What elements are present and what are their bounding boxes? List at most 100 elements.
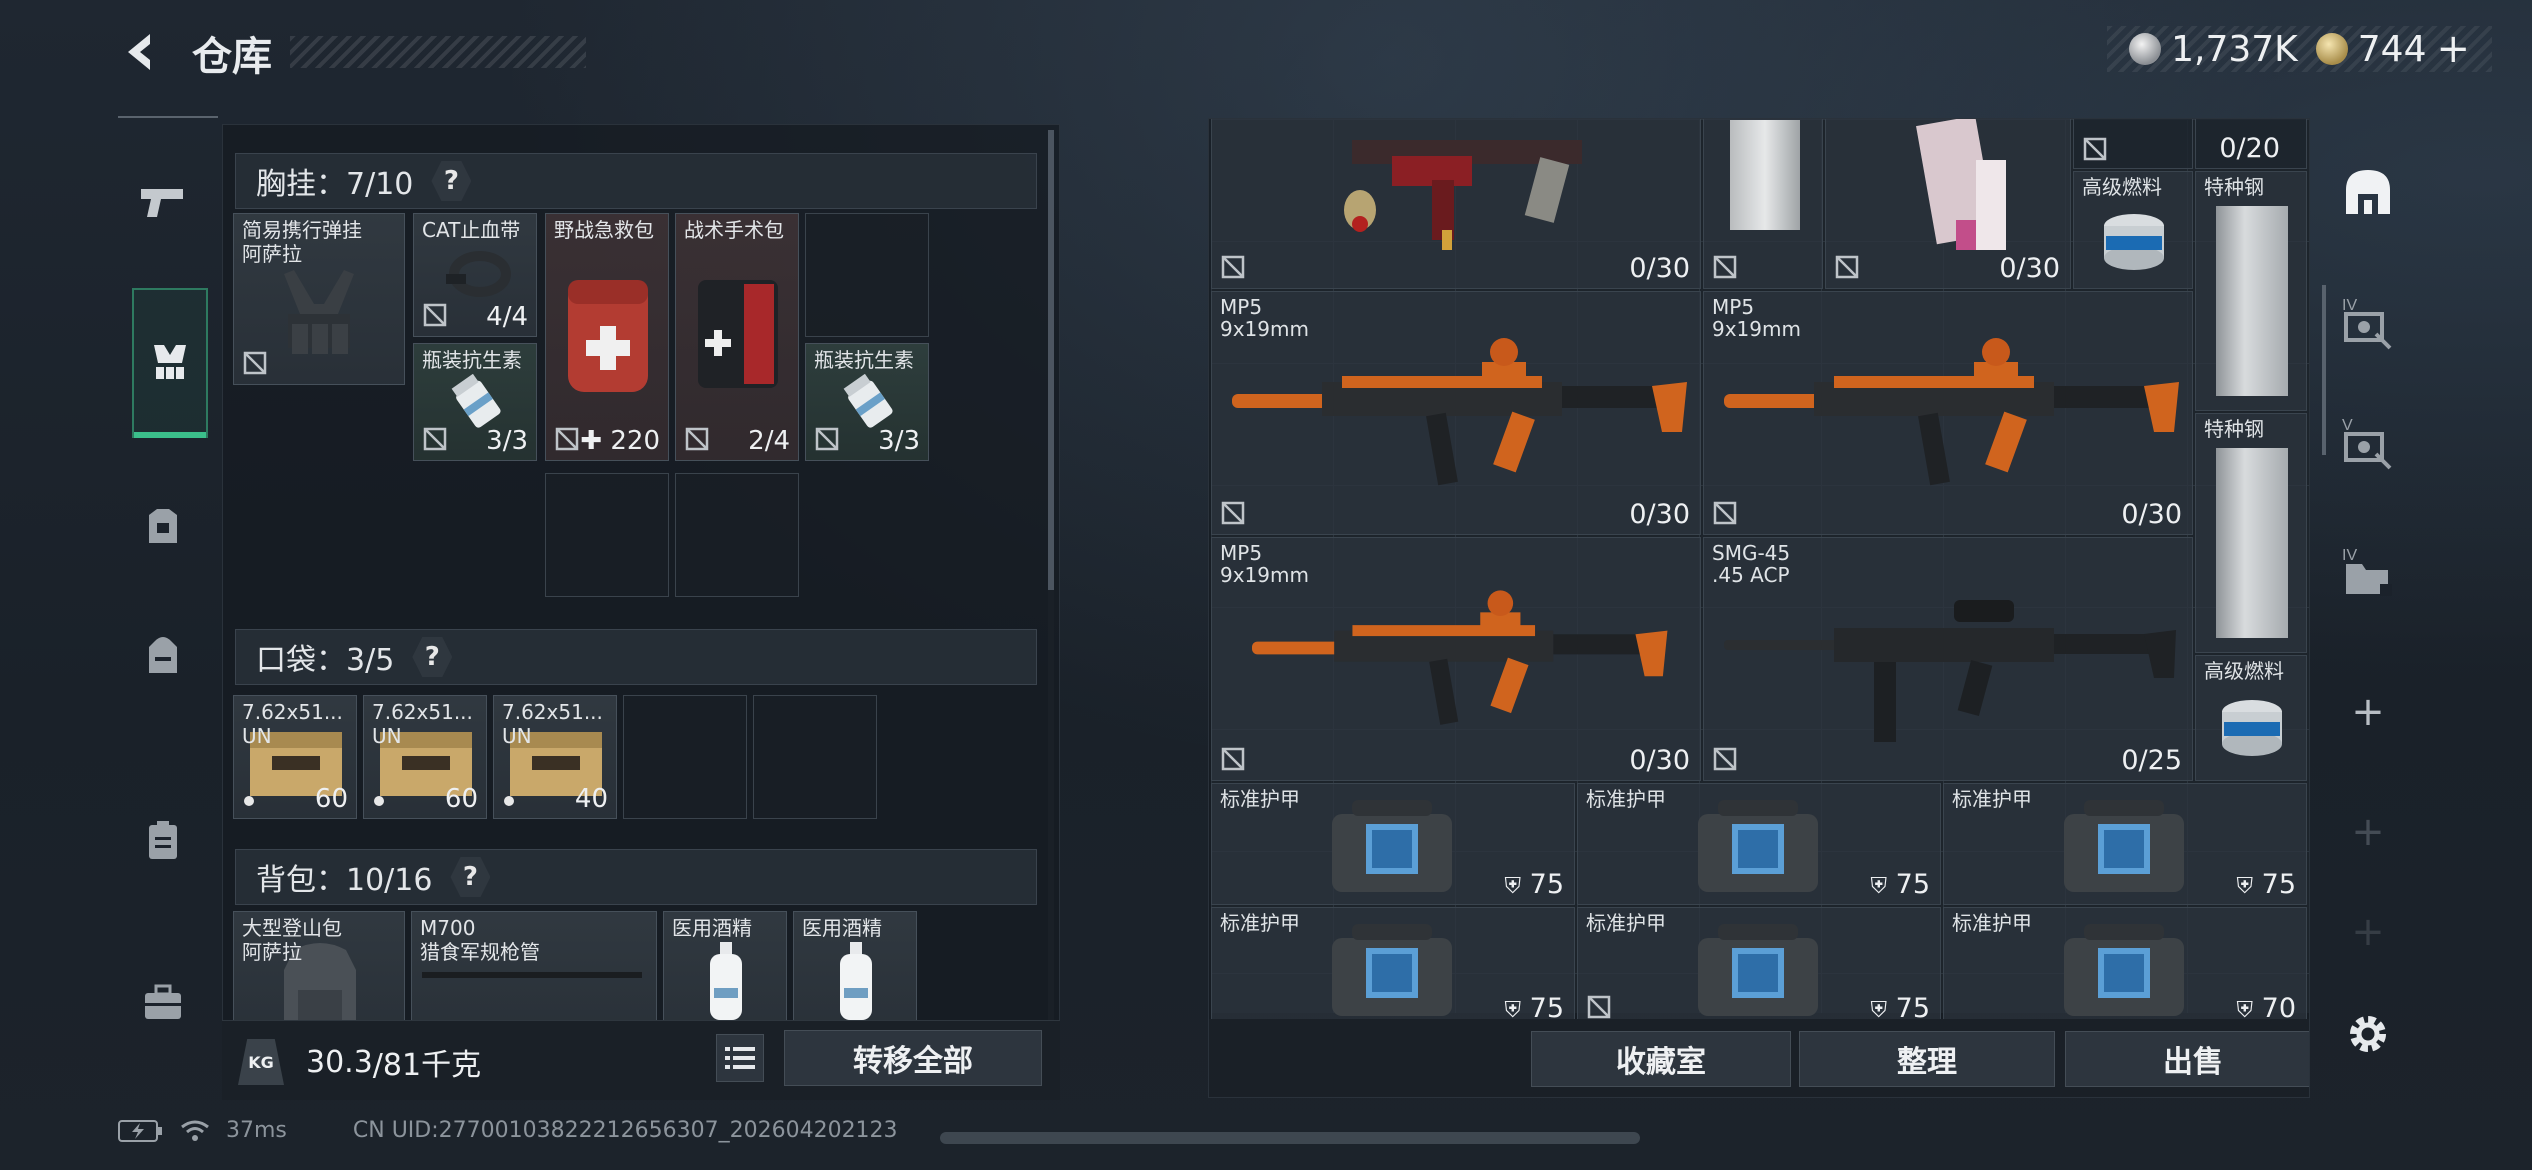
item-slot[interactable]: 0/20: [2195, 119, 2307, 169]
wifi-icon: [181, 1120, 209, 1141]
armor-slot[interactable]: 标准护甲 ⛨ 75: [1211, 783, 1575, 905]
rail-item-stash-iv[interactable]: IV: [2336, 290, 2400, 354]
sidebar-item-armor[interactable]: [130, 494, 196, 560]
weight-display: KG 30.3/81千克: [222, 1030, 712, 1094]
tier-v-icon: V: [2342, 417, 2392, 470]
backpack-header: 背包：10/16 ?: [235, 849, 1037, 905]
surgical-kit-slot[interactable]: 战术手术包 2/4: [675, 213, 799, 461]
item-name: 7.62x51... UN: [502, 700, 603, 748]
steel-slot[interactable]: 特种钢: [2195, 171, 2307, 411]
backpack-help-button[interactable]: ?: [450, 857, 491, 897]
horizontal-scrollbar[interactable]: [940, 1132, 1640, 1144]
rail-add-page-button[interactable]: +: [2336, 680, 2400, 744]
surgical-kit-image: [698, 280, 778, 388]
chest-rig-help-button[interactable]: ?: [431, 161, 472, 201]
empty-slot[interactable]: [623, 695, 747, 819]
item-count: 3/3: [878, 426, 920, 456]
armor-slot[interactable]: 标准护甲 ⛨ 75: [1577, 783, 1941, 905]
item-name: 标准护甲: [1586, 911, 1666, 935]
back-arrow-icon: [128, 34, 150, 70]
pocket-help-button[interactable]: ?: [412, 637, 453, 677]
silver-amount: 1,737K: [2171, 28, 2298, 70]
sidebar-item-chest-rig[interactable]: [132, 288, 208, 438]
weapon-slot[interactable]: 0/30: [1825, 119, 2071, 289]
list-view-button[interactable]: [716, 1034, 764, 1082]
stash-panel: 0/30 0/30 0/20 高级燃料 特种钢 MP5 9x19mm 0/30 …: [1208, 118, 2310, 1098]
rail-item-stash-iv-b[interactable]: IV: [2336, 540, 2400, 604]
sell-button[interactable]: 出售: [2065, 1031, 2309, 1087]
rail-item-stash-v[interactable]: V: [2336, 410, 2400, 474]
empty-slot[interactable]: [675, 473, 799, 597]
steel-image: [2216, 206, 2288, 396]
metal-plate-image: [1730, 120, 1800, 230]
armor-slot[interactable]: 标准护甲 ⛨ 75: [1211, 907, 1575, 1029]
no-sell-icon: [423, 427, 447, 451]
back-button[interactable]: [118, 28, 166, 76]
chest-rig-slot[interactable]: 简易携行弹挂 阿萨拉: [233, 213, 405, 385]
sidebar-item-backpack[interactable]: [130, 622, 196, 688]
shield-icon: ⛨: [1870, 874, 1888, 899]
equipment-panel: 胸挂：7/10 ? 简易携行弹挂 阿萨拉 CAT止血带 4/4 野战急救包 ✚ …: [222, 124, 1060, 1100]
item-name: 标准护甲: [1952, 911, 2032, 935]
antibiotic-slot[interactable]: 瓶装抗生素 3/3: [413, 343, 537, 461]
settings-button[interactable]: [2336, 1002, 2400, 1066]
tourniquet-slot[interactable]: CAT止血带 4/4: [413, 213, 537, 337]
favorites-button[interactable]: 收藏室: [1531, 1031, 1791, 1087]
transfer-all-button[interactable]: 转移全部: [784, 1030, 1042, 1086]
no-sell-icon: [685, 427, 709, 451]
fuel-slot[interactable]: 高级燃料: [2195, 655, 2307, 781]
empty-slot[interactable]: [753, 695, 877, 819]
gold-currency[interactable]: 744 +: [2315, 26, 2470, 72]
no-sell-icon: [423, 303, 447, 327]
no-sell-icon: [1713, 747, 1737, 771]
item-name: 特种钢: [2204, 417, 2264, 441]
add-currency-icon[interactable]: +: [2436, 26, 2470, 72]
armor-slot[interactable]: 标准护甲 ⛨ 75: [1943, 783, 2307, 905]
armor-slot[interactable]: 标准护甲 ⛨ 70: [1943, 907, 2307, 1029]
fuel-slot[interactable]: 高级燃料: [2073, 171, 2193, 289]
empty-slot[interactable]: [545, 473, 669, 597]
first-aid-kit-slot[interactable]: 野战急救包 ✚ 220: [545, 213, 669, 461]
ammo-count: 0/30: [1629, 253, 1690, 284]
antibiotic-slot[interactable]: 瓶装抗生素 3/3: [805, 343, 929, 461]
armor-vest-image: [2064, 800, 2184, 892]
weapon-slot-mp5[interactable]: MP5 9x19mm 0/30: [1211, 537, 1701, 781]
steel-slot[interactable]: 特种钢: [2195, 413, 2307, 653]
fuel-can-image: [2222, 700, 2282, 756]
chest-rig-capacity: 7/10: [346, 167, 414, 202]
no-sell-icon: [1713, 501, 1737, 525]
left-scrollbar[interactable]: [1048, 130, 1054, 590]
pocket-header: 口袋：3/5 ?: [235, 629, 1037, 685]
ammo-slot[interactable]: 7.62x51... UN 60: [233, 695, 357, 819]
sidebar-item-secure-case[interactable]: [130, 970, 196, 1036]
item-count: 3/3: [486, 426, 528, 456]
clipboard-icon: [149, 821, 177, 859]
empty-slot[interactable]: [805, 213, 929, 337]
barrel-image: [422, 972, 642, 978]
status-bar: 37ms CN UID:27700103822212656307_2026042…: [118, 1118, 898, 1143]
tier-iv-icon: IV: [2342, 297, 2392, 350]
armor-vest-image: [1698, 924, 1818, 1016]
ammo-count: 0/25: [2121, 745, 2182, 776]
sidebar-item-pouch[interactable]: [130, 808, 196, 874]
item-slot[interactable]: [2073, 119, 2193, 169]
weapon-slot[interactable]: 0/30: [1211, 119, 1701, 289]
no-sell-icon: [1221, 255, 1245, 279]
weapon-slot-mp5[interactable]: MP5 9x19mm 0/30: [1211, 291, 1701, 535]
ammo-slot[interactable]: 7.62x51... UN 40: [493, 695, 617, 819]
item-name: 瓶装抗生素: [814, 348, 914, 372]
pocket-label: 口袋：: [256, 643, 346, 678]
item-slot[interactable]: [1703, 119, 1823, 289]
gold-amount: 744: [2357, 28, 2427, 70]
list-icon: [725, 1047, 755, 1069]
ammo-slot[interactable]: 7.62x51... UN 60: [363, 695, 487, 819]
rail-item-main-stash[interactable]: [2336, 160, 2400, 224]
organize-button[interactable]: 整理: [1799, 1031, 2055, 1087]
armor-vest-image: [1332, 800, 1452, 892]
armor-slot[interactable]: 标准护甲 ⛨ 75: [1577, 907, 1941, 1029]
alcohol-bottle-image: [710, 942, 742, 1020]
weapon-slot-smg45[interactable]: SMG-45 .45 ACP 0/25: [1703, 537, 2193, 781]
weapon-slot-mp5[interactable]: MP5 9x19mm 0/30: [1703, 291, 2193, 535]
item-count: 2/4: [748, 426, 790, 456]
sidebar-item-weapons[interactable]: [130, 170, 196, 236]
